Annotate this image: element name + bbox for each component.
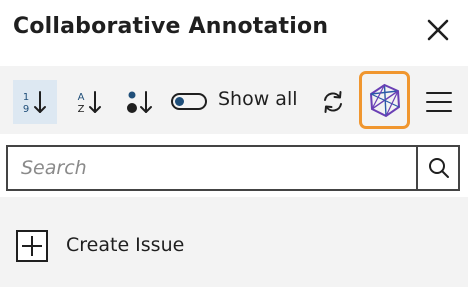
- toggle-knob: [175, 97, 184, 106]
- plus-box-icon: [16, 230, 48, 262]
- create-issue-label: Create Issue: [66, 234, 185, 256]
- create-issue-button[interactable]: Create Issue: [16, 230, 216, 262]
- refresh-button[interactable]: [311, 80, 355, 124]
- sort-numeric-icon: 1 9: [23, 91, 46, 115]
- sort-alpha-bottom-letter: Z: [78, 104, 85, 115]
- panel-title: Collaborative Annotation: [13, 14, 329, 39]
- close-button[interactable]: [422, 14, 454, 46]
- show-all-toggle[interactable]: Show all: [170, 80, 304, 124]
- sort-status-button[interactable]: [118, 80, 162, 124]
- search-icon: [429, 158, 449, 178]
- refresh-icon: [324, 91, 342, 113]
- app-logo-button[interactable]: [359, 71, 410, 129]
- show-all-label: Show all: [218, 88, 298, 110]
- sort-numeric-button[interactable]: 1 9: [13, 80, 57, 124]
- hamburger-menu-icon: [426, 92, 452, 112]
- sort-numeric-bottom-digit: 9: [23, 104, 29, 115]
- sort-alpha-top-letter: A: [78, 92, 85, 103]
- issues-panel: Create Issue: [0, 197, 468, 287]
- sort-status-icon: [127, 91, 152, 113]
- sort-alpha-icon: A Z: [78, 91, 101, 115]
- search-bar: [6, 145, 460, 191]
- panel-header: Collaborative Annotation: [0, 0, 468, 60]
- app-logo-icon: [369, 83, 401, 118]
- close-icon: [427, 19, 449, 41]
- search-input[interactable]: [8, 147, 416, 189]
- search-button[interactable]: [416, 147, 458, 189]
- sort-alpha-button[interactable]: A Z: [66, 80, 110, 124]
- toggle-icon: [171, 93, 207, 110]
- menu-button[interactable]: [419, 80, 463, 124]
- sort-numeric-top-digit: 1: [23, 92, 29, 103]
